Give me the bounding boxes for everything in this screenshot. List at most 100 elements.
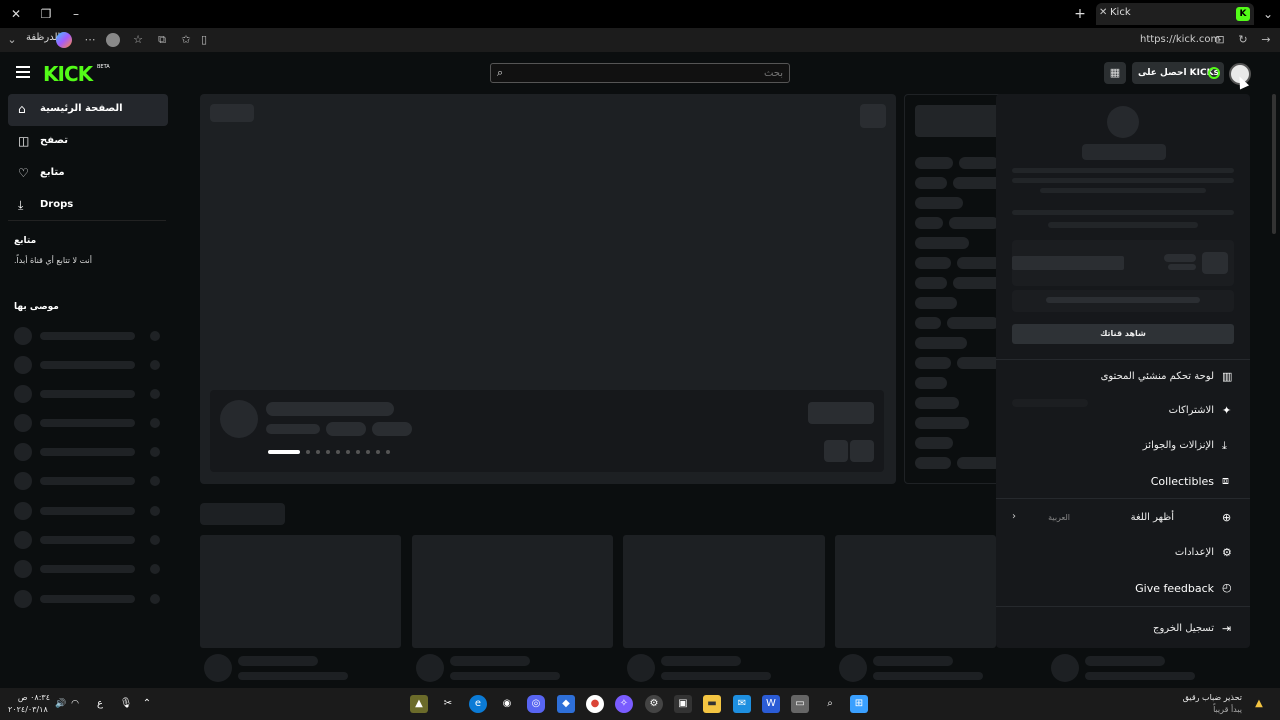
carousel-dot[interactable] [316, 450, 320, 454]
skeleton-block [1048, 222, 1198, 228]
profile-avatar-icon[interactable] [106, 33, 120, 47]
file-explorer-icon[interactable]: ▬ [703, 695, 721, 713]
chevron-right-icon: › [1012, 511, 1016, 522]
chevron-up-icon[interactable]: ⌃ [138, 695, 156, 713]
weather-alert-title[interactable]: تحذير ضباب رقيق [1183, 693, 1242, 702]
site-header: KICK BETA ⌕ ▦ احصل على KICKs [0, 54, 1280, 92]
search-input[interactable] [513, 65, 783, 81]
copilot-icon[interactable] [56, 32, 72, 48]
kick-logo[interactable]: KICK [43, 62, 93, 86]
gear-icon: ⚙ [1222, 546, 1232, 559]
chrome-icon[interactable]: ● [586, 695, 604, 713]
skeleton-block [808, 402, 874, 424]
skeleton-block [661, 656, 741, 666]
stream-card-skeleton[interactable] [835, 535, 996, 648]
skeleton-block [1202, 252, 1228, 274]
recommended-channel-skeleton [14, 385, 164, 403]
edge-icon[interactable]: e [469, 695, 487, 713]
carousel-dot[interactable] [356, 450, 360, 454]
carousel-dot[interactable] [376, 450, 380, 454]
more-options-icon[interactable]: ⋯ [82, 32, 98, 48]
task-view-icon[interactable]: ▭ [791, 695, 809, 713]
menu-item-display-language[interactable]: ⊕ أظهر اللغة العربية › [996, 504, 1250, 532]
menu-item-collectibles[interactable]: ⧈ Collectibles [996, 467, 1250, 495]
weather-alert-subtitle[interactable]: يبدأ قريباً [1213, 705, 1242, 714]
microphone-icon[interactable]: 🎙 [117, 695, 135, 713]
search-box[interactable]: ⌕ [490, 63, 790, 83]
carousel-dot[interactable] [326, 450, 330, 454]
menu-item-logout[interactable]: ⇥ تسجيل الخروج [996, 615, 1250, 643]
favorites-icon[interactable]: ☆ [130, 32, 146, 48]
menu-item-give-feedback[interactable]: ◴ Give feedback [996, 574, 1250, 602]
settings-icon[interactable]: ⚙ [645, 695, 663, 713]
carousel-dot[interactable] [306, 450, 310, 454]
logout-icon: ⇥ [1222, 622, 1232, 635]
drops-icon: ⤓ [18, 198, 24, 212]
refresh-icon[interactable]: ↻ [1235, 32, 1251, 48]
app-icon[interactable]: ▲ [410, 695, 428, 713]
discord-icon[interactable]: ◎ [527, 695, 545, 713]
skeleton-block [266, 424, 320, 434]
chevron-down-icon[interactable]: ⌄ [4, 32, 20, 48]
reader-icon[interactable]: ▯ [196, 32, 212, 48]
sidebar: ⌂ الصفحة الرئيسية ◫ تصفح ♡ متابع ⤓ Drops… [0, 92, 176, 686]
carousel-dot[interactable] [336, 450, 340, 454]
carousel-dot[interactable] [366, 450, 370, 454]
copilot-icon[interactable]: ✧ [615, 695, 633, 713]
wifi-icon[interactable]: ◠ [66, 695, 84, 713]
recommended-channel-skeleton [14, 472, 164, 490]
url-text[interactable]: https://kick.com [1140, 34, 1220, 45]
start-menu-icon[interactable]: ⊞ [850, 695, 868, 713]
minimize-window-icon[interactable]: – [66, 4, 86, 24]
lock-icon[interactable]: ⊡ [1212, 32, 1228, 48]
extensions-icon[interactable]: ⧉ [154, 32, 170, 48]
sidebar-item-drops[interactable]: ⤓ Drops [8, 190, 168, 222]
sidebar-item-browse[interactable]: ◫ تصفح [8, 126, 168, 158]
stream-card-skeleton[interactable] [200, 535, 401, 648]
warning-icon[interactable]: ▲ [1250, 695, 1268, 713]
sidebar-item-home[interactable]: ⌂ الصفحة الرئيسية [8, 94, 168, 126]
skeleton-avatar [627, 654, 655, 682]
featured-stream-skeleton[interactable] [200, 94, 896, 484]
restore-window-icon[interactable]: ❐ [36, 4, 56, 24]
browser-tab[interactable]: ✕ Kick K [1096, 3, 1254, 25]
forward-icon[interactable]: → [1258, 32, 1274, 48]
skeleton-block [1012, 210, 1234, 215]
recommended-channel-skeleton [14, 356, 164, 374]
clock-time[interactable]: ٠٨:٣٤ ص [10, 693, 50, 702]
watch-channel-button[interactable]: شاهد قناتك [1012, 324, 1234, 344]
carousel-dot-active[interactable] [268, 450, 300, 454]
tab-list-chevron-icon[interactable]: ⌄ [1258, 4, 1278, 24]
search-icon[interactable]: ⌕ [821, 695, 839, 713]
carousel-dot[interactable] [386, 450, 390, 454]
word-icon[interactable]: W [762, 695, 780, 713]
close-window-icon[interactable]: ✕ [6, 4, 26, 24]
skeleton-block [238, 656, 318, 666]
menu-item-label: أظهر اللغة [1130, 512, 1174, 523]
add-favorite-icon[interactable]: ✩ [178, 32, 194, 48]
sidebar-item-label: Drops [40, 199, 74, 210]
snipping-tool-icon[interactable]: ✂ [439, 695, 457, 713]
obs-icon[interactable]: ◉ [498, 695, 516, 713]
mail-icon[interactable]: ✉ [733, 695, 751, 713]
stream-card-skeleton[interactable] [623, 535, 825, 648]
sidebar-item-following[interactable]: ♡ متابع [8, 158, 168, 190]
skeleton-block [957, 257, 1001, 269]
layout-toggle-icon[interactable]: ▦ [1104, 62, 1126, 84]
kick-favicon-icon: K [1236, 7, 1250, 21]
hamburger-menu-icon[interactable] [16, 66, 30, 78]
carousel-dot[interactable] [346, 450, 350, 454]
menu-item-creator-dashboard[interactable]: ▥ لوحة تحكم منشئي المحتوى [996, 363, 1250, 391]
new-tab-icon[interactable]: + [1070, 4, 1090, 24]
language-indicator-icon[interactable]: ع [91, 695, 109, 713]
menu-item-settings[interactable]: ⚙ الإعدادات [996, 539, 1250, 567]
menu-item-subscriptions[interactable]: ✦ الاشتراكات [996, 397, 1250, 425]
following-empty-text: أنت لا تتابع أي قناة أبداً. [14, 256, 92, 265]
stream-card-skeleton[interactable] [412, 535, 613, 648]
store-icon[interactable]: ▣ [674, 695, 692, 713]
menu-item-drops-rewards[interactable]: ⤓ الإنزالات والجوائز [996, 432, 1250, 460]
clock-date[interactable]: ٢٠٢٤/٠٣/١٨ [8, 705, 52, 714]
tab-close-icon[interactable]: ✕ [1099, 7, 1107, 18]
app-icon[interactable]: ◆ [557, 695, 575, 713]
page-scrollbar[interactable] [1272, 94, 1276, 234]
